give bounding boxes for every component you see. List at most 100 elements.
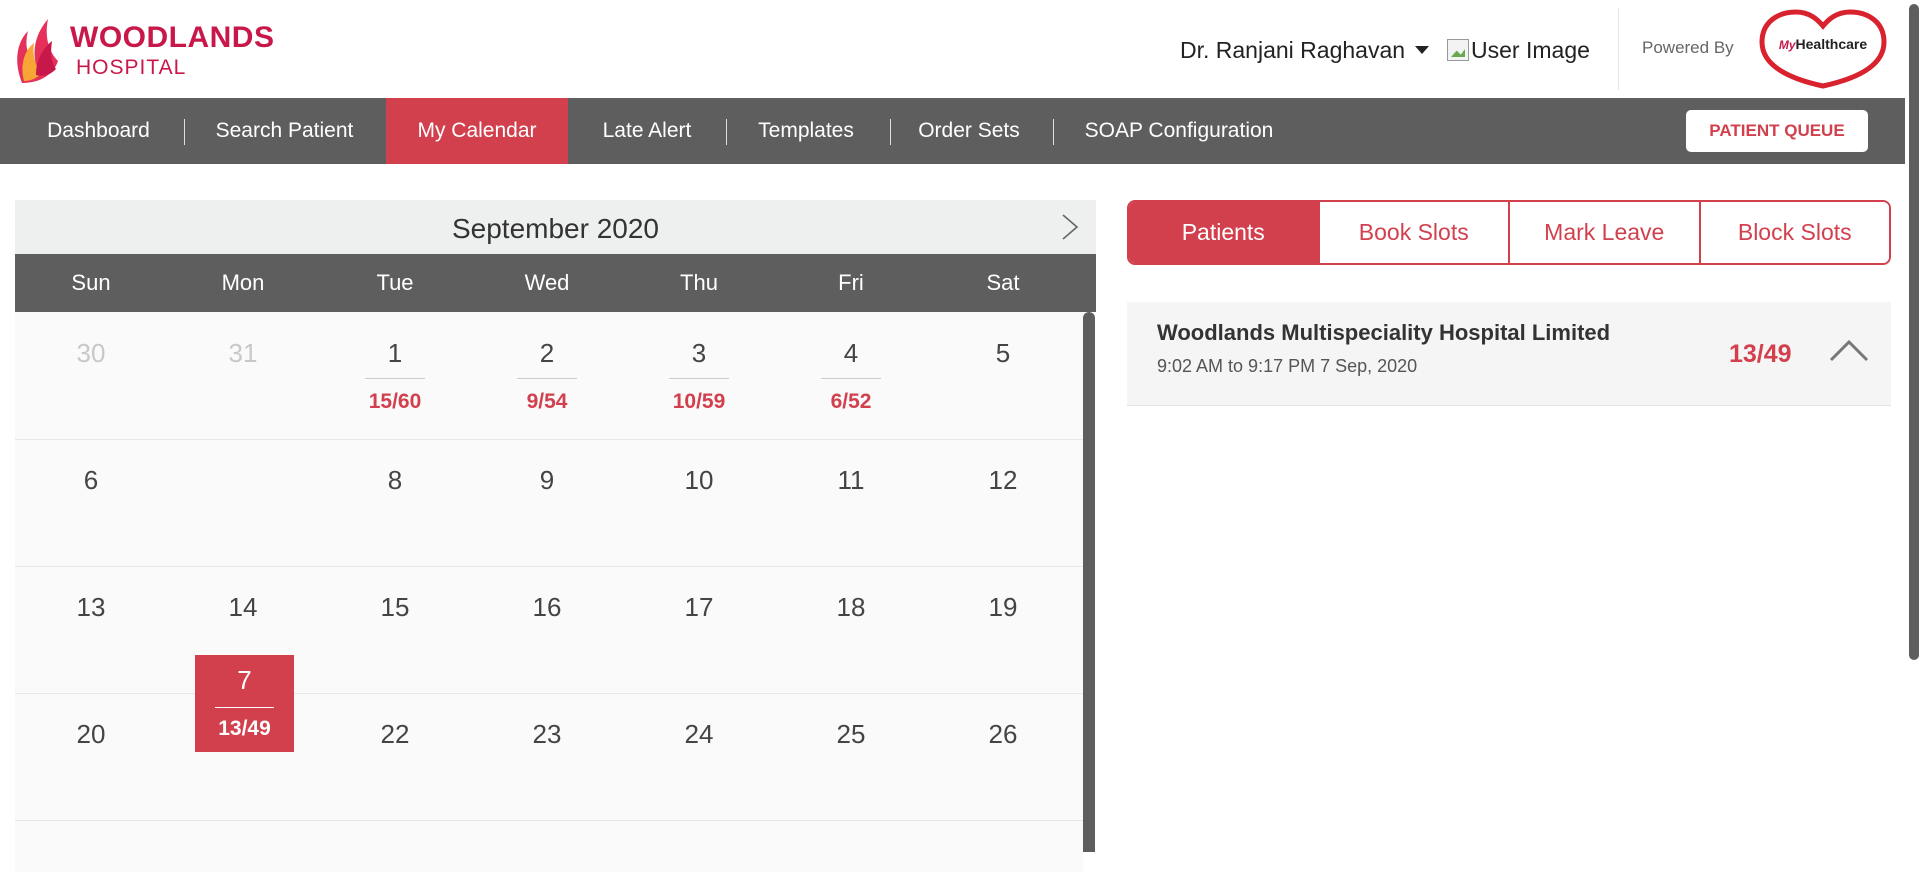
tab-book-slots[interactable]: Book Slots [1319, 202, 1510, 263]
nav-item-templates[interactable]: Templates [740, 98, 872, 164]
calendar-day-cell[interactable]: 5 [927, 312, 1079, 438]
brand-prefix: My [1778, 38, 1796, 52]
calendar-day-number: 14 [228, 592, 258, 622]
brand-name: Healthcare [1795, 36, 1868, 52]
chevron-up-icon[interactable] [1829, 338, 1869, 364]
calendar-day-number: 16 [532, 592, 562, 622]
nav-item-soap-configuration[interactable]: SOAP Configuration [1068, 98, 1290, 164]
calendar-day-count: 10/59 [672, 390, 726, 413]
weekday-label: Mon [221, 270, 265, 295]
tab-mark-leave[interactable]: Mark Leave [1510, 202, 1701, 263]
calendar-day-cell[interactable]: 18 [775, 566, 927, 692]
calendar-day-cell[interactable]: 23 [471, 693, 623, 819]
calendar-day-count: 15/60 [368, 390, 422, 413]
nav-item-order-sets[interactable]: Order Sets [904, 98, 1034, 164]
appointment-summary[interactable]: Woodlands Multispeciality Hospital Limit… [1127, 302, 1891, 406]
tab-block-slots[interactable]: Block Slots [1700, 202, 1889, 263]
calendar-day-number: 5 [995, 338, 1011, 368]
calendar-day-number: 8 [387, 465, 403, 495]
calendar-grid: 30 31 1 15/60 2 9/54 3 10/59 4 6/52 5 6 8 9 10 11 12 13 14… [15, 312, 1083, 872]
nav-divider [1053, 119, 1054, 145]
calendar-day-cell[interactable]: 1 15/60 [319, 312, 471, 438]
calendar-day-number: 4 [843, 338, 859, 368]
calendar-day-number: 6 [83, 465, 99, 495]
calendar-header: September 2020 [15, 200, 1096, 254]
hospital-logo[interactable]: WOODLANDS HOSPITAL [14, 12, 304, 88]
calendar-day-number: 19 [988, 592, 1018, 622]
user-name[interactable]: Dr. Ranjani Raghavan [1180, 37, 1405, 64]
calendar-month-title: September 2020 [451, 213, 660, 244]
calendar-day-cell[interactable]: 9 [471, 439, 623, 565]
calendar-day-number: 2 [539, 338, 555, 368]
calendar-day-cell[interactable]: 2 9/54 [471, 312, 623, 438]
selected-day-count: 13/49 [218, 717, 271, 740]
calendar-day-count: 9/54 [526, 390, 568, 413]
calendar-day-cell[interactable]: 12 [927, 439, 1079, 565]
calendar-day-cell[interactable]: 11 [775, 439, 927, 565]
calendar-day-number: 10 [684, 465, 714, 495]
chevron-right-icon[interactable] [1053, 212, 1083, 242]
page-scrollbar-thumb[interactable] [1909, 4, 1919, 660]
tab-patients[interactable]: Patients [1129, 202, 1320, 263]
patient-queue-button[interactable]: PATIENT QUEUE [1686, 110, 1868, 152]
calendar-day-cell[interactable]: 6 [15, 439, 167, 565]
calendar-day-divider [517, 378, 577, 379]
appointment-count: 13/49 [1729, 340, 1792, 368]
calendar-day-cell[interactable]: 4 6/52 [775, 312, 927, 438]
calendar-day-cell[interactable]: 22 [319, 693, 471, 819]
weekday-label: Fri [838, 270, 864, 295]
nav-item-my-calendar[interactable]: My Calendar [386, 98, 568, 164]
calendar-day-number: 26 [988, 719, 1018, 749]
calendar-day-number: 23 [532, 719, 562, 749]
calendar-day-cell[interactable]: 3 10/59 [623, 312, 775, 438]
calendar-day-number: 9 [539, 465, 555, 495]
calendar-day-cell[interactable]: 25 [775, 693, 927, 819]
hospital-name: Woodlands Multispeciality Hospital Limit… [1157, 320, 1611, 345]
calendar-day-count: 6/52 [830, 390, 872, 413]
appointment-time-range: 9:02 AM to 9:17 PM 7 Sep, 2020 [1157, 356, 1418, 376]
calendar-day-cell[interactable]: 8 [319, 439, 471, 565]
calendar-day-cell[interactable]: 15 [319, 566, 471, 692]
logo-title: WOODLANDS [70, 20, 275, 54]
user-image[interactable]: User Image [1447, 37, 1590, 64]
nav-divider [890, 119, 891, 145]
myhealthcare-logo: MyHealthcare [1756, 8, 1890, 90]
calendar-day-number: 12 [988, 465, 1018, 495]
calendar-day-number: 30 [76, 338, 106, 368]
weekday-label: Sun [71, 270, 111, 295]
calendar-day-cell[interactable]: 31 [167, 312, 319, 438]
calendar-day-cell[interactable]: 10 [623, 439, 775, 565]
calendar-day-cell[interactable]: 30 [15, 312, 167, 438]
calendar-day-number: 13 [76, 592, 106, 622]
calendar-day-cell[interactable]: 19 [927, 566, 1079, 692]
calendar-action-tabs: Patients Book Slots Mark Leave Block Slo… [1127, 200, 1891, 265]
weekday-label: Sat [986, 270, 1020, 295]
flame-logo-icon [17, 19, 58, 83]
selected-day-divider [215, 707, 274, 708]
calendar-day-cell[interactable]: 26 [927, 693, 1079, 819]
calendar-day-cell[interactable]: 16 [471, 566, 623, 692]
calendar-day-divider [669, 378, 729, 379]
calendar-day-number: 1 [387, 338, 403, 368]
weekday-header: Sun Mon Tue Wed Thu Fri Sat [15, 254, 1096, 312]
caret-down-icon[interactable] [1415, 46, 1430, 54]
nav-item-late-alert[interactable]: Late Alert [582, 98, 712, 164]
user-menu[interactable]: Dr. Ranjani Raghavan User Image [1180, 30, 1590, 70]
calendar-scrollbar[interactable] [1083, 312, 1095, 852]
header-divider [1618, 8, 1619, 90]
calendar-day-cell[interactable]: 20 [15, 693, 167, 819]
nav-item-dashboard[interactable]: Dashboard [26, 98, 171, 164]
selected-day-cell[interactable]: 7 13/49 [195, 655, 294, 752]
calendar-day-cell[interactable]: 13 [15, 566, 167, 692]
calendar-day-number: 18 [836, 592, 866, 622]
month-calendar: September 2020 Sun Mon Tue Wed Thu Fri S… [15, 200, 1096, 872]
calendar-day-number: 17 [684, 592, 714, 622]
calendar-day-cell[interactable]: 24 [623, 693, 775, 819]
nav-item-search-patient[interactable]: Search Patient [197, 98, 372, 164]
calendar-day-cell[interactable]: 17 [623, 566, 775, 692]
calendar-day-number: 22 [380, 719, 410, 749]
calendar-day-number: 20 [76, 719, 106, 749]
calendar-day-number: 11 [837, 465, 865, 495]
main-nav: Dashboard Search Patient My Calendar Lat… [0, 98, 1905, 164]
calendar-row-divider [15, 820, 1083, 821]
